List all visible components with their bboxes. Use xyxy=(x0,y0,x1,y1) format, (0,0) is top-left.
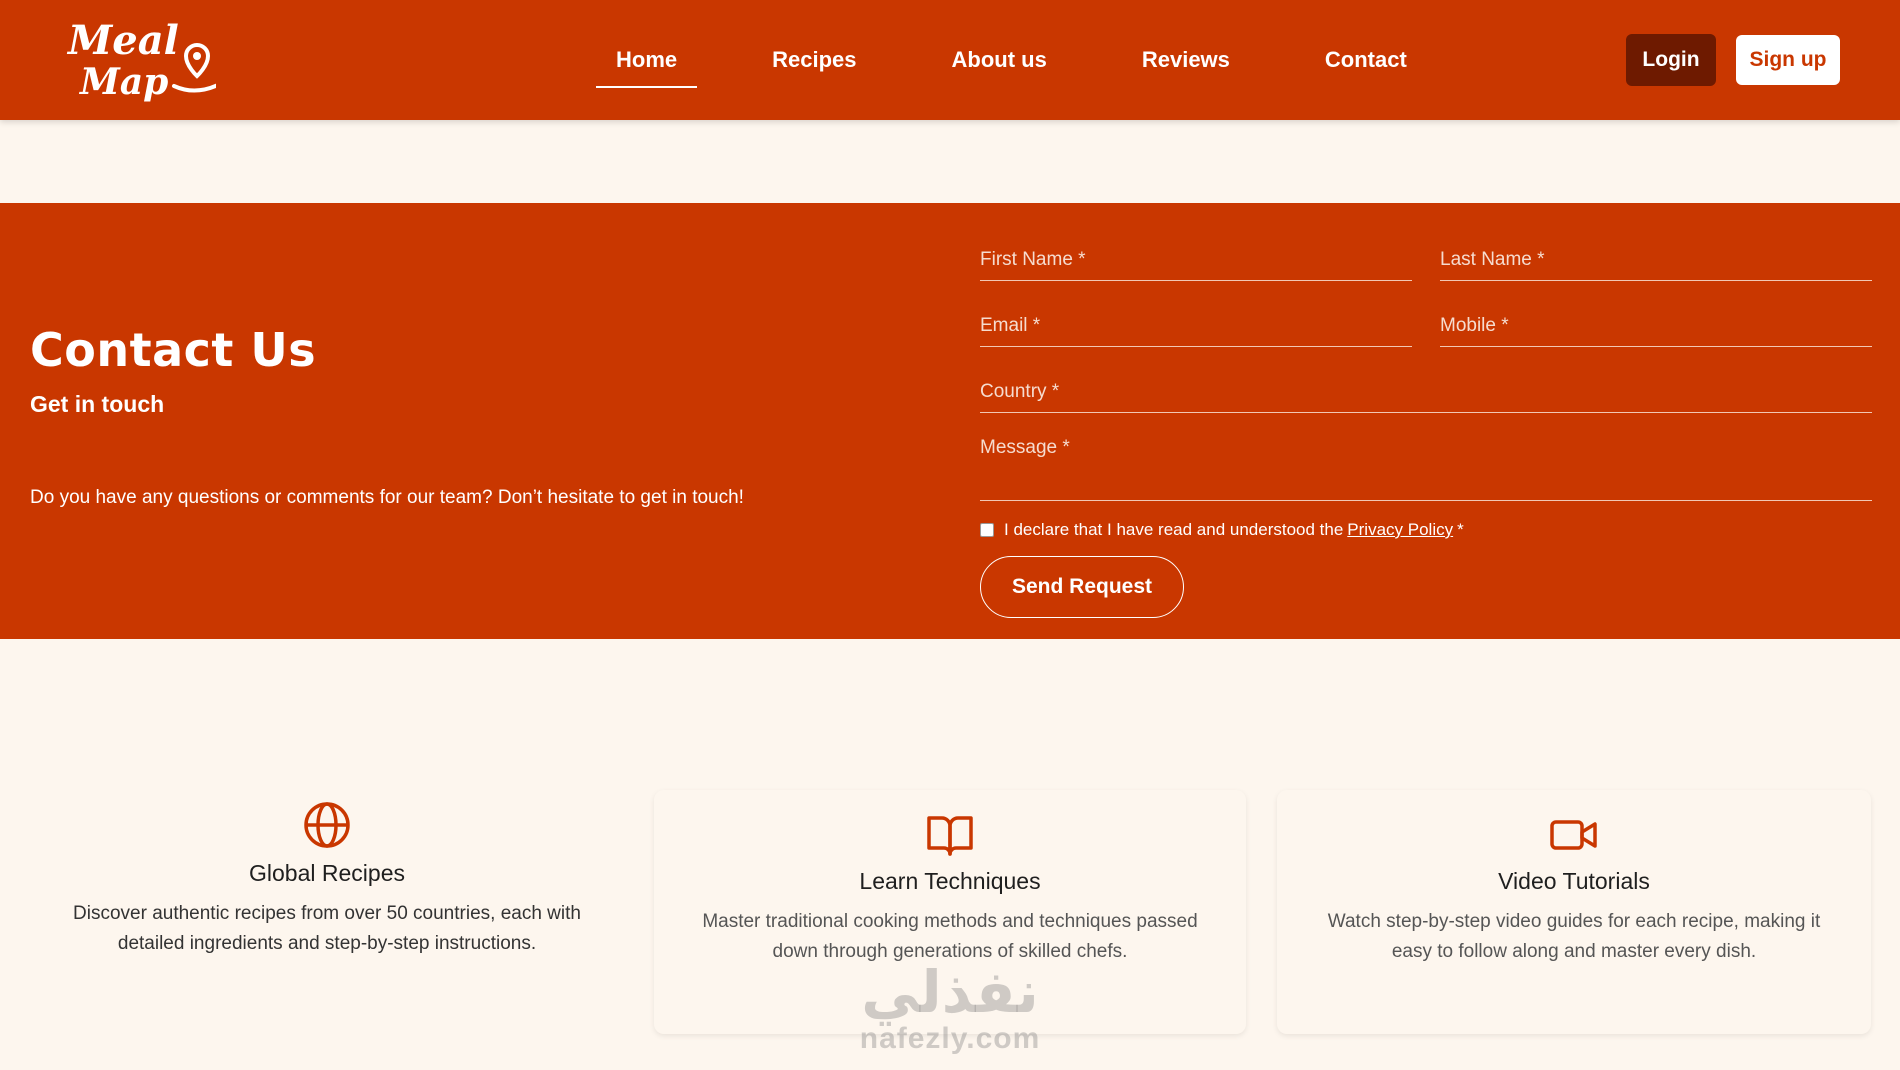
email-field xyxy=(980,299,1412,347)
send-request-button[interactable]: Send Request xyxy=(980,556,1184,618)
nav-reviews[interactable]: Reviews xyxy=(1122,0,1250,120)
message-input[interactable] xyxy=(980,431,1872,500)
nav-about-us[interactable]: About us xyxy=(932,0,1067,120)
login-button[interactable]: Login xyxy=(1626,34,1716,86)
first-name-field xyxy=(980,233,1412,281)
feature-text: Discover authentic recipes from over 50 … xyxy=(73,903,581,954)
svg-text:Meal: Meal xyxy=(66,17,179,64)
privacy-declaration: I declare that I have read and understoo… xyxy=(980,520,1464,540)
main-nav: Home Recipes About us Reviews Contact xyxy=(596,0,1482,120)
site-header: Meal Map Home Recipes About us Reviews C… xyxy=(0,0,1900,120)
watermark-latin: nafezly.com xyxy=(859,1022,1041,1055)
book-icon xyxy=(927,816,973,856)
feature-title: Global Recipes xyxy=(249,860,405,886)
declare-text: I declare that I have read and understoo… xyxy=(1004,520,1344,539)
contact-section: Contact Us Get in touch Do you have any … xyxy=(0,203,1900,639)
nav-contact[interactable]: Contact xyxy=(1305,0,1427,120)
nav-recipes[interactable]: Recipes xyxy=(752,0,876,120)
mobile-input[interactable] xyxy=(1440,299,1872,346)
privacy-checkbox[interactable] xyxy=(980,523,994,537)
last-name-input[interactable] xyxy=(1440,233,1872,280)
last-name-field xyxy=(1440,233,1872,281)
svg-text:Map: Map xyxy=(78,61,168,102)
feature-video-tutorials: Video Tutorials Watch step-by-step video… xyxy=(1277,790,1871,1034)
privacy-policy-link[interactable]: Privacy Policy xyxy=(1347,520,1453,540)
feature-global-recipes: Global Recipes Discover authentic recipe… xyxy=(30,800,624,1030)
contact-description: Do you have any questions or comments fo… xyxy=(30,487,744,508)
email-input[interactable] xyxy=(980,299,1412,346)
mobile-field xyxy=(1440,299,1872,347)
message-field xyxy=(980,431,1872,501)
contact-title: Contact Us xyxy=(30,323,317,377)
country-field xyxy=(980,365,1872,413)
meal-map-logo[interactable]: Meal Map xyxy=(66,14,216,102)
feature-title: Learn Techniques xyxy=(859,868,1041,894)
first-name-input[interactable] xyxy=(980,233,1412,280)
watermark-arabic: نفذلي xyxy=(861,958,1039,1026)
globe-icon xyxy=(304,802,350,848)
video-icon xyxy=(1550,820,1597,850)
country-input[interactable] xyxy=(980,365,1872,412)
nav-home[interactable]: Home xyxy=(596,0,698,120)
watermark: نفذلي nafezly.com xyxy=(840,962,1060,1056)
feature-text: Watch step-by-step video guides for each… xyxy=(1327,911,1821,962)
contact-subtitle: Get in touch xyxy=(30,391,165,417)
feature-title: Video Tutorials xyxy=(1498,868,1650,894)
signup-button[interactable]: Sign up xyxy=(1736,35,1840,85)
required-mark: * xyxy=(1457,520,1464,539)
